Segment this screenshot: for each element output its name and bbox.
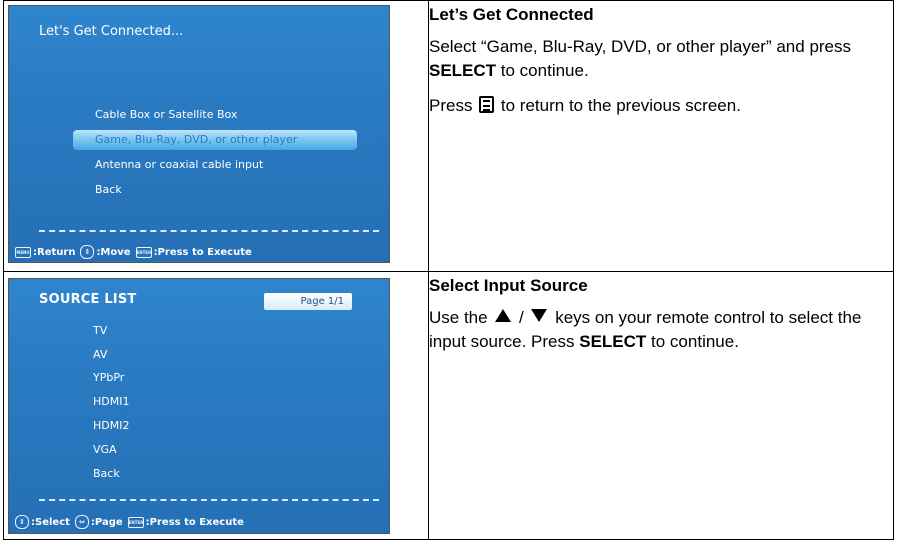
instruction-text: to continue. bbox=[496, 61, 589, 80]
select-hint: :Select bbox=[31, 516, 70, 528]
up-down-key-icon: ⇕ bbox=[15, 515, 29, 529]
select-keyword: SELECT bbox=[429, 61, 497, 80]
instruction-text: to return to the previous screen. bbox=[496, 96, 741, 115]
source-item-av[interactable]: AV bbox=[73, 345, 357, 365]
instruction-paragraph: Use the / keys on your remote control to… bbox=[429, 306, 879, 354]
source-item-hdmi1[interactable]: HDMI1 bbox=[73, 392, 357, 412]
instructions-lets-get-connected: Let’s Get Connected Select “Game, Blu-Ra… bbox=[429, 5, 879, 129]
source-item-tv[interactable]: TV bbox=[73, 321, 357, 341]
menu-item-back[interactable]: Back bbox=[73, 180, 357, 200]
left-right-key-icon: ⇔ bbox=[74, 515, 89, 529]
row-divider bbox=[4, 271, 893, 272]
instructions-select-input-source: Select Input Source Use the / keys on yo… bbox=[429, 276, 879, 365]
section-heading: Select Input Source bbox=[429, 276, 588, 295]
instruction-text: / bbox=[514, 308, 529, 327]
tv-screen-lets-get-connected: Let's Get Connected... Cable Box or Sate… bbox=[8, 5, 390, 263]
menu-item-game-player[interactable]: Game, Blu-Ray, DVD, or other player bbox=[73, 130, 357, 150]
screen-footer: ⇕ :Select ⇔ :Page ENTER :Press to Execut… bbox=[15, 515, 249, 529]
source-item-ypbpr[interactable]: YPbPr bbox=[73, 368, 357, 388]
instruction-text: Press bbox=[429, 96, 478, 115]
instruction-text: Use the bbox=[429, 308, 493, 327]
up-arrow-icon bbox=[495, 309, 512, 322]
move-hint: :Move bbox=[96, 246, 131, 258]
source-item-back[interactable]: Back bbox=[73, 464, 357, 484]
tv-screen-source-list: SOURCE LIST Page 1/1 TV AV YPbPr HDMI1 H… bbox=[8, 278, 390, 534]
instruction-paragraph: Select “Game, Blu-Ray, DVD, or other pla… bbox=[429, 35, 879, 83]
down-arrow-icon bbox=[531, 309, 548, 322]
up-down-key-icon: ⇕ bbox=[80, 245, 95, 259]
menu-button-icon bbox=[479, 96, 495, 113]
execute-hint: :Press to Execute bbox=[153, 246, 252, 258]
screen-title: Let's Get Connected... bbox=[39, 24, 184, 39]
screen-footer: MENU :Return ⇕ :Move ENTER :Press to Exe… bbox=[15, 245, 257, 259]
execute-hint: :Press to Execute bbox=[145, 516, 244, 528]
instruction-text: Select “Game, Blu-Ray, DVD, or other pla… bbox=[429, 37, 852, 56]
instruction-text: to continue. bbox=[646, 332, 739, 351]
return-hint: :Return bbox=[33, 246, 76, 258]
screen-title: SOURCE LIST bbox=[39, 292, 137, 307]
instruction-paragraph: Press to return to the previous screen. bbox=[429, 94, 879, 118]
source-item-hdmi2[interactable]: HDMI2 bbox=[73, 416, 357, 436]
page-hint: :Page bbox=[90, 516, 123, 528]
page-indicator: Page 1/1 bbox=[264, 293, 352, 310]
enter-key-icon: ENTER bbox=[127, 516, 144, 528]
enter-key-icon: ENTER bbox=[135, 246, 152, 258]
menu-item-antenna[interactable]: Antenna or coaxial cable input bbox=[73, 155, 357, 175]
section-heading: Let’s Get Connected bbox=[429, 5, 594, 24]
menu-item-cable-box[interactable]: Cable Box or Satellite Box bbox=[73, 105, 357, 125]
dashed-divider bbox=[39, 230, 379, 232]
dashed-divider bbox=[39, 499, 379, 501]
select-keyword: SELECT bbox=[579, 332, 647, 351]
source-item-vga[interactable]: VGA bbox=[73, 440, 357, 460]
menu-key-icon: MENU bbox=[15, 246, 31, 258]
